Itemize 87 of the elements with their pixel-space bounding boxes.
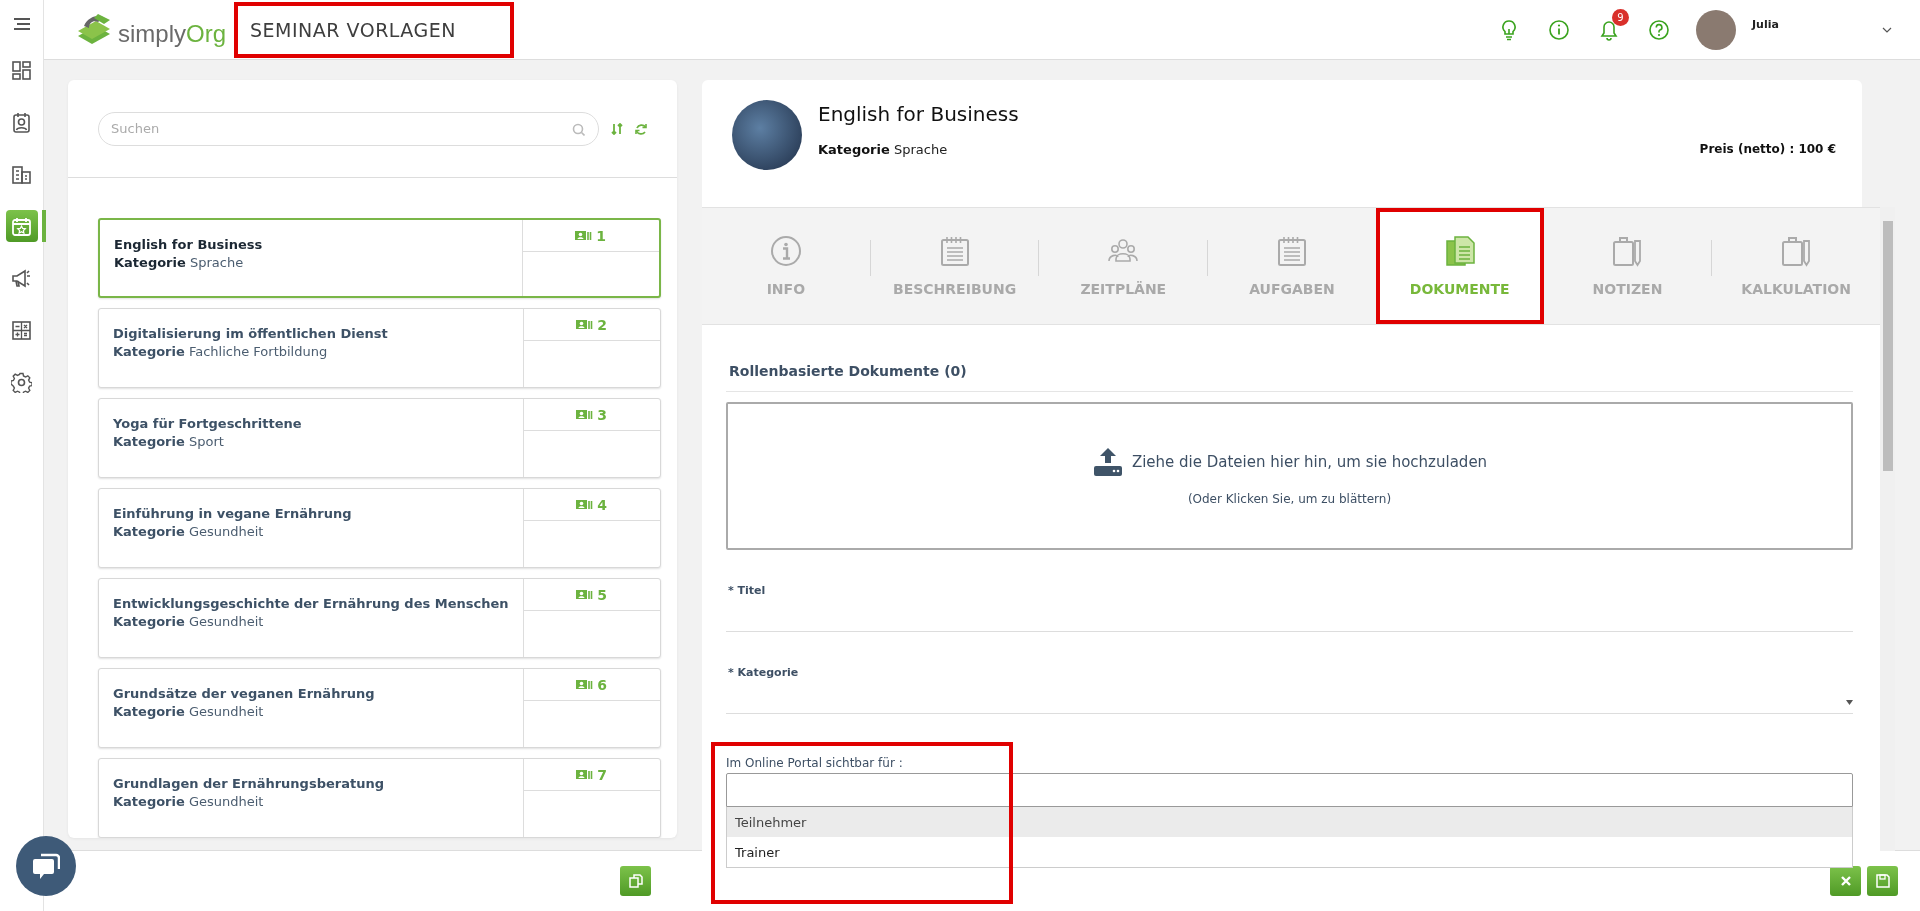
seminar-heading: English for Business bbox=[818, 102, 1020, 126]
copy-button[interactable] bbox=[620, 866, 651, 896]
seminar-number: 6 bbox=[597, 676, 607, 693]
building-icon bbox=[11, 163, 32, 185]
info-button[interactable] bbox=[1548, 18, 1570, 41]
dropdown-caret-icon bbox=[1846, 700, 1853, 705]
help-button[interactable] bbox=[1648, 18, 1670, 41]
seminar-category: Kategorie Gesundheit bbox=[113, 614, 265, 629]
id-card-icon bbox=[575, 230, 593, 241]
seminar-card[interactable]: Entwicklungsgeschichte der Ernährung des Menschen Kategorie Gesundheit 5 bbox=[98, 578, 661, 658]
bell-button[interactable] bbox=[1598, 18, 1620, 41]
field-label: * Kategorie bbox=[728, 666, 800, 679]
seminar-category: Kategorie Sprache bbox=[114, 255, 245, 270]
chevron-down-icon bbox=[1882, 26, 1892, 33]
price-text: Preis (netto) : 100 € bbox=[1699, 142, 1836, 156]
seminar-category: Kategorie Sport bbox=[113, 434, 225, 449]
info-icon bbox=[769, 235, 802, 267]
cancel-button[interactable] bbox=[1830, 866, 1861, 896]
page-title: SEMINAR VORLAGEN bbox=[236, 3, 512, 56]
upload-dropzone[interactable]: Ziehe die Dateien hier hin, um sie hochzuladen (Oder Klicken Sie, um zu blättern) bbox=[726, 402, 1853, 550]
seminar-title: Entwicklungsgeschichte der Ernährung des Menschen bbox=[113, 596, 509, 611]
seminar-card[interactable]: Grundlagen der Ernährungsberatung Kategorie Gesundheit 7 bbox=[98, 758, 661, 838]
dropdown-option[interactable]: Teilnehmer bbox=[727, 807, 1852, 837]
seminar-title: Yoga für Fortgeschrittene bbox=[113, 416, 303, 431]
sort-button[interactable] bbox=[611, 122, 623, 135]
seminar-card[interactable]: Yoga für Fortgeschrittene Kategorie Sport 3 bbox=[98, 398, 661, 478]
bell-icon bbox=[1598, 18, 1620, 41]
id-card-icon bbox=[576, 589, 594, 600]
info-icon bbox=[1548, 18, 1570, 41]
seminar-title: English for Business bbox=[114, 237, 264, 252]
field-label: * Titel bbox=[728, 584, 767, 597]
help-icon bbox=[1648, 18, 1670, 41]
sort-arrows-icon bbox=[611, 122, 623, 135]
seminar-number: 4 bbox=[597, 496, 607, 513]
seminar-number: 1 bbox=[596, 227, 606, 244]
megaphone-icon bbox=[11, 267, 32, 289]
clipboard-pencil-icon bbox=[1780, 235, 1813, 267]
id-card-icon bbox=[576, 769, 594, 780]
seminar-title: Einführung in vegane Ernährung bbox=[113, 506, 353, 521]
seminar-card[interactable]: English for Business Kategorie Sprache 1 bbox=[98, 218, 661, 298]
chat-bubble-icon bbox=[32, 852, 60, 880]
seminar-number: 2 bbox=[597, 316, 607, 333]
id-card-icon bbox=[576, 499, 594, 510]
refresh-button[interactable] bbox=[635, 122, 647, 135]
logo-text: simplyOrg bbox=[118, 19, 227, 48]
seminar-number: 7 bbox=[597, 766, 607, 783]
user-name[interactable]: Julia bbox=[1752, 18, 1872, 31]
id-card-icon bbox=[576, 319, 594, 330]
search-icon bbox=[572, 122, 585, 136]
dropzone-hint: (Oder Klicken Sie, um zu blättern) bbox=[1187, 492, 1392, 506]
section-heading: Rollenbasierte Dokumente (0) bbox=[726, 363, 1853, 392]
calculator-icon bbox=[11, 319, 32, 341]
seminar-number: 5 bbox=[597, 586, 607, 603]
notepad-icon bbox=[938, 235, 971, 267]
refresh-icon bbox=[635, 122, 647, 135]
seminar-category: Kategorie Gesundheit bbox=[113, 524, 265, 539]
seminar-card[interactable]: Digitalisierung im öffentlichen Dienst Kategorie Fachliche Fortbildung 2 bbox=[98, 308, 661, 388]
seminar-card[interactable]: Einführung in vegane Ernährung Kategorie Gesundheit 4 bbox=[98, 488, 661, 568]
search-field[interactable]: Suchen bbox=[98, 111, 599, 146]
save-icon bbox=[1875, 874, 1890, 888]
notification-badge: 9 bbox=[1612, 8, 1629, 26]
seminar-category: Kategorie Fachliche Fortbildung bbox=[113, 344, 329, 359]
documents-icon bbox=[1443, 235, 1476, 267]
settings-icon bbox=[11, 371, 32, 393]
close-icon bbox=[1838, 874, 1853, 888]
id-card-icon bbox=[576, 679, 594, 690]
save-button[interactable] bbox=[1867, 866, 1898, 896]
seminar-category: Kategorie Sprache bbox=[818, 142, 949, 157]
notepad-icon bbox=[1276, 235, 1308, 267]
contact-card-icon bbox=[11, 111, 32, 133]
seminar-title: Grundsätze der veganen Ernährung bbox=[113, 686, 376, 701]
seminar-category: Kategorie Gesundheit bbox=[113, 704, 265, 719]
input-field[interactable] bbox=[726, 773, 1853, 807]
upload-icon bbox=[1091, 446, 1124, 478]
clipboard-pencil-icon bbox=[1611, 235, 1644, 267]
dropzone-text: Ziehe die Dateien hier hin, um sie hochzuladen bbox=[1131, 453, 1488, 471]
seminar-title: Grundlagen der Ernährungsberatung bbox=[113, 776, 385, 791]
user-avatar[interactable] bbox=[1696, 9, 1736, 50]
seminar-number: 3 bbox=[597, 406, 607, 423]
seminar-category: Kategorie Gesundheit bbox=[113, 794, 265, 809]
menu-icon bbox=[11, 16, 32, 32]
dashboard-icon bbox=[11, 59, 32, 81]
id-card-icon bbox=[576, 409, 594, 420]
field-label: Im Online Portal sichtbar für : bbox=[726, 756, 904, 770]
copy-icon bbox=[628, 874, 643, 888]
seminar-title: Digitalisierung im öffentlichen Dienst bbox=[113, 326, 389, 341]
seminar-card[interactable]: Grundsätze der veganen Ernährung Kategorie Gesundheit 6 bbox=[98, 668, 661, 748]
